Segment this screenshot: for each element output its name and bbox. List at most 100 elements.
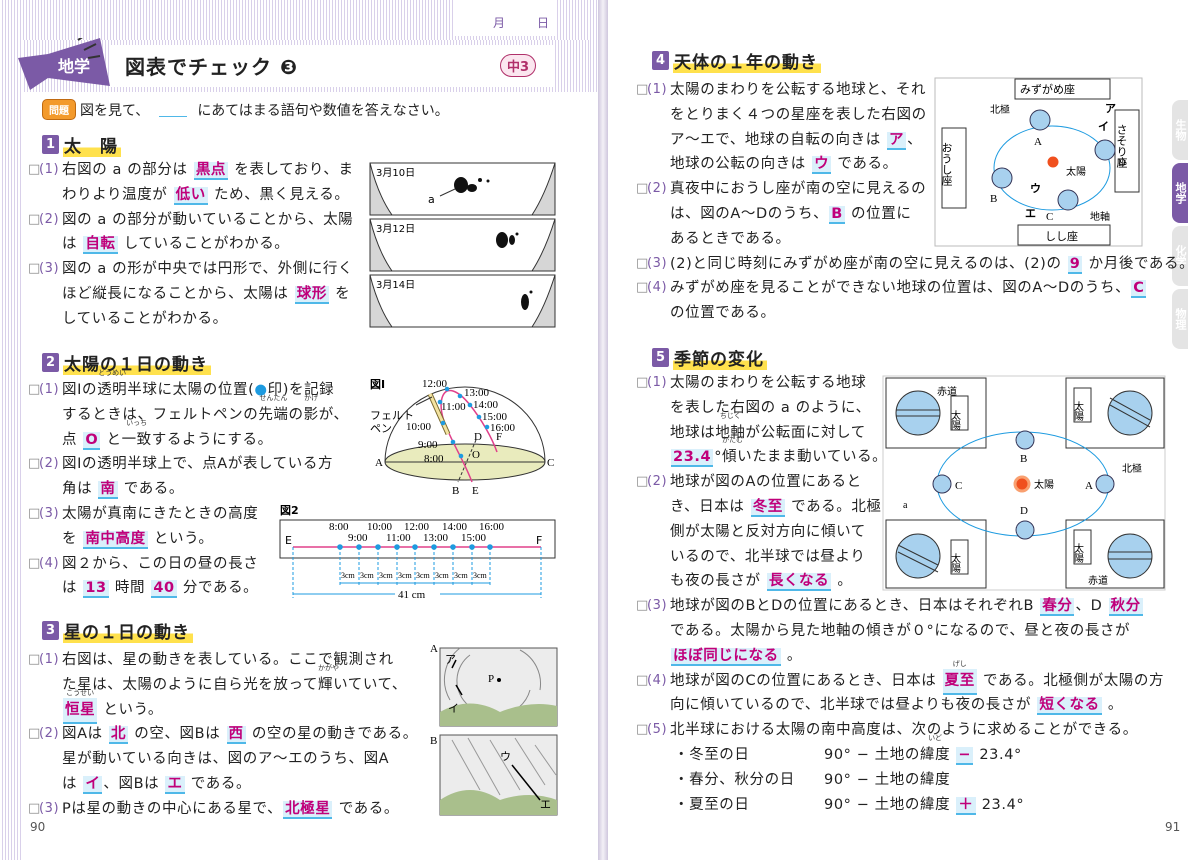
text-run: の位置である。 xyxy=(670,305,776,322)
text-run: を xyxy=(62,530,83,547)
text-run: いるので、北半球では昼より xyxy=(670,548,866,565)
ruby-text: かげ xyxy=(304,393,319,402)
month-label: 月 xyxy=(493,16,506,30)
question-number: (2) xyxy=(647,181,668,197)
text-line: □ (3) 太陽が真南にきたときの高度 xyxy=(28,502,349,527)
question-number: (3) xyxy=(647,598,668,614)
text-run: していることがわかる。 xyxy=(62,310,228,327)
text-run: 90° − 土地の xyxy=(824,746,920,763)
text-run: である。 xyxy=(333,800,399,817)
text-run: いていて、 xyxy=(333,676,407,693)
answer: O xyxy=(83,431,101,450)
text-run: ア〜エで、地球の自転の向きは xyxy=(670,131,887,148)
text-line: □ (4) みずがめ座を見ることができない地球の位置は、図のA〜Dのうち、 C xyxy=(636,276,1194,301)
answer: ウ xyxy=(812,156,832,175)
subject-tag: 地学 xyxy=(58,57,91,76)
text-line: □ (3) 図の a の形が中央では円形で、外側に行く xyxy=(28,257,354,282)
text-run: 23.4° xyxy=(976,796,1025,813)
text-line: □ (2) 真夜中におうし座が南の空に見えるの xyxy=(636,177,1194,202)
text-line: を 南中高度 という。 xyxy=(28,527,349,552)
formula-label: ・夏至の日 xyxy=(674,796,750,813)
date-box: 月 日 xyxy=(455,0,555,36)
text-run: 、 xyxy=(907,131,923,148)
page-title: 図表でチェック ❸ xyxy=(125,55,298,79)
instruction-text-after: にあてはまる語句や数値を答えなさい。 xyxy=(197,102,449,119)
text-run: が公転面に対して xyxy=(745,424,866,441)
section-3-items: □ (1) 右図は、星の動きを表している。ここで観測され た星は、太陽のように自ら光を… xyxy=(28,648,418,822)
text-run: していることがわかる。 xyxy=(118,236,290,253)
text-run: 太陽のまわりを公転する地球と、それ xyxy=(670,82,927,98)
question-number: (2) xyxy=(39,211,60,227)
answer: 冬至 xyxy=(750,498,785,517)
section-title: 天体の１年の動き xyxy=(673,48,821,73)
text-run: をとりまく４つの星座を表した右図の xyxy=(670,106,927,123)
text-line: も夜の長さが 長くなる 。 xyxy=(636,569,1164,594)
text-line: あるときである。 xyxy=(636,227,1194,252)
instruction: 問題 図を見て、 にあてはまる語句や数値を答えなさい。 xyxy=(42,99,449,120)
text-run: 図Ⅰの透明半球上で、点Aが表している方 xyxy=(62,456,334,473)
answer: 23.4 xyxy=(671,449,714,468)
ruby-word: 緯度 いど xyxy=(919,733,951,763)
text-run: 右図は、星の動きを表している。ここで観測され xyxy=(62,652,394,668)
ruby-text: げし xyxy=(952,659,967,668)
text-line: □ (2) 図の a の部分が動いていることから、太陽 xyxy=(28,208,354,233)
answer: 北 xyxy=(108,726,129,745)
question-item: □ (3) 太陽が真南にきたときの高度を 南中高度 という。 xyxy=(28,502,349,552)
section-title: 季節の変化 xyxy=(673,345,767,370)
text-run: 側が太陽と反対方向に傾いて xyxy=(670,523,866,540)
text-run: である。北極 xyxy=(785,498,882,515)
answer: エ xyxy=(165,775,185,794)
text-run: ほど縦長になることから、太陽は xyxy=(62,285,294,302)
answer: 球形 xyxy=(294,285,329,304)
text-line: ほど縦長になることから、太陽は 球形 を xyxy=(28,282,354,307)
question-number: (2) xyxy=(39,456,60,472)
text-run: ため、黒く見える。 xyxy=(208,186,350,203)
section-number: 1 xyxy=(42,135,59,154)
answer: 南 xyxy=(98,481,118,500)
section-title: 星の１日の動き xyxy=(63,618,193,643)
text-line: 地球の公転の向きは ウ である。 xyxy=(636,152,1194,177)
formula-label: ・冬至の日 xyxy=(674,746,750,763)
text-line: 23.4 °傾 かたむ いたまま動いている。 xyxy=(636,436,1164,470)
section-number: 2 xyxy=(42,353,59,372)
text-line: 点 O と一致 いっち するようにする。 xyxy=(28,418,349,453)
text-run: を表しており、ま xyxy=(229,162,354,178)
answer: 40 xyxy=(151,580,177,599)
text-run: 右図の a の部分は xyxy=(62,162,193,178)
question-number: (2) xyxy=(647,474,668,490)
answer: 春分 xyxy=(1040,598,1075,617)
answer: 北極星 xyxy=(283,800,333,819)
section-4-items: □ (1) 太陽のまわりを公転する地球と、それをとりまく４つの星座を表した右図の ア〜… xyxy=(636,78,1194,326)
text-line: □ (1) 太陽のまわりを公転する地球と、それ xyxy=(636,78,1194,103)
question-number: (4) xyxy=(39,555,60,571)
text-line: いるので、北半球では昼より xyxy=(636,545,1164,570)
answer: ア xyxy=(887,131,907,150)
section-title: 太陽の１日の動き xyxy=(63,350,211,375)
text-line: き、日本は 冬至 である。北極 xyxy=(636,495,1164,520)
text-run: が、 xyxy=(318,406,349,423)
blank-sample xyxy=(159,103,188,117)
question-item: □ (1) 右図の a の部分は 黒点 を表しており、ま わりより温度が 低い ため、… xyxy=(28,158,354,208)
ruby-text: かたむ xyxy=(722,436,744,445)
question-item: □ (2) 図Ⅰの透明半球上で、点Aが表している方 角は 南 である。 xyxy=(28,452,349,502)
ruby-text: とうめい xyxy=(98,369,127,377)
question-item: □ (2) 図Aは 北 の空、図Bは 西 の空の星の動きである。 星が動いている向きは… xyxy=(28,722,418,796)
text-line: していることがわかる。 xyxy=(28,307,354,332)
text-run: 23.4° xyxy=(974,746,1022,763)
section-heading-1: 1太 陽 xyxy=(42,132,121,157)
answer: 9 xyxy=(1067,255,1083,274)
text-run: 半球に太陽の位置( xyxy=(127,382,255,398)
section-number: 4 xyxy=(652,51,669,70)
ruby-word: 一致 いっち xyxy=(121,418,152,448)
page-number-left: 90 xyxy=(30,820,46,834)
text-line: □ (4) 図２から、この日の昼の長さ xyxy=(28,552,349,577)
question-item: □ (2) 真夜中におうし座が南の空に見えるの は、図のA〜Dのうち、 B の位置に ある… xyxy=(636,177,1194,251)
ruby-word: 輝かがや xyxy=(317,663,339,693)
ruby-text: いっち xyxy=(126,418,148,427)
text-line: は、図のA〜Dのうち、 B の位置に xyxy=(636,202,1194,227)
question-number: (1) xyxy=(39,382,60,397)
text-line: は 13 時間 40 分である。 xyxy=(28,576,349,601)
text-run: 地球が図のBとDの位置にあるとき、日本はそれぞれB xyxy=(670,598,1040,615)
text-run: 地球の公転の向きは xyxy=(670,156,812,173)
question-item: □ (1) 太陽のまわりを公転する地球 を表した右図の a のように、 地球は地軸 ちじく… xyxy=(636,371,1164,470)
